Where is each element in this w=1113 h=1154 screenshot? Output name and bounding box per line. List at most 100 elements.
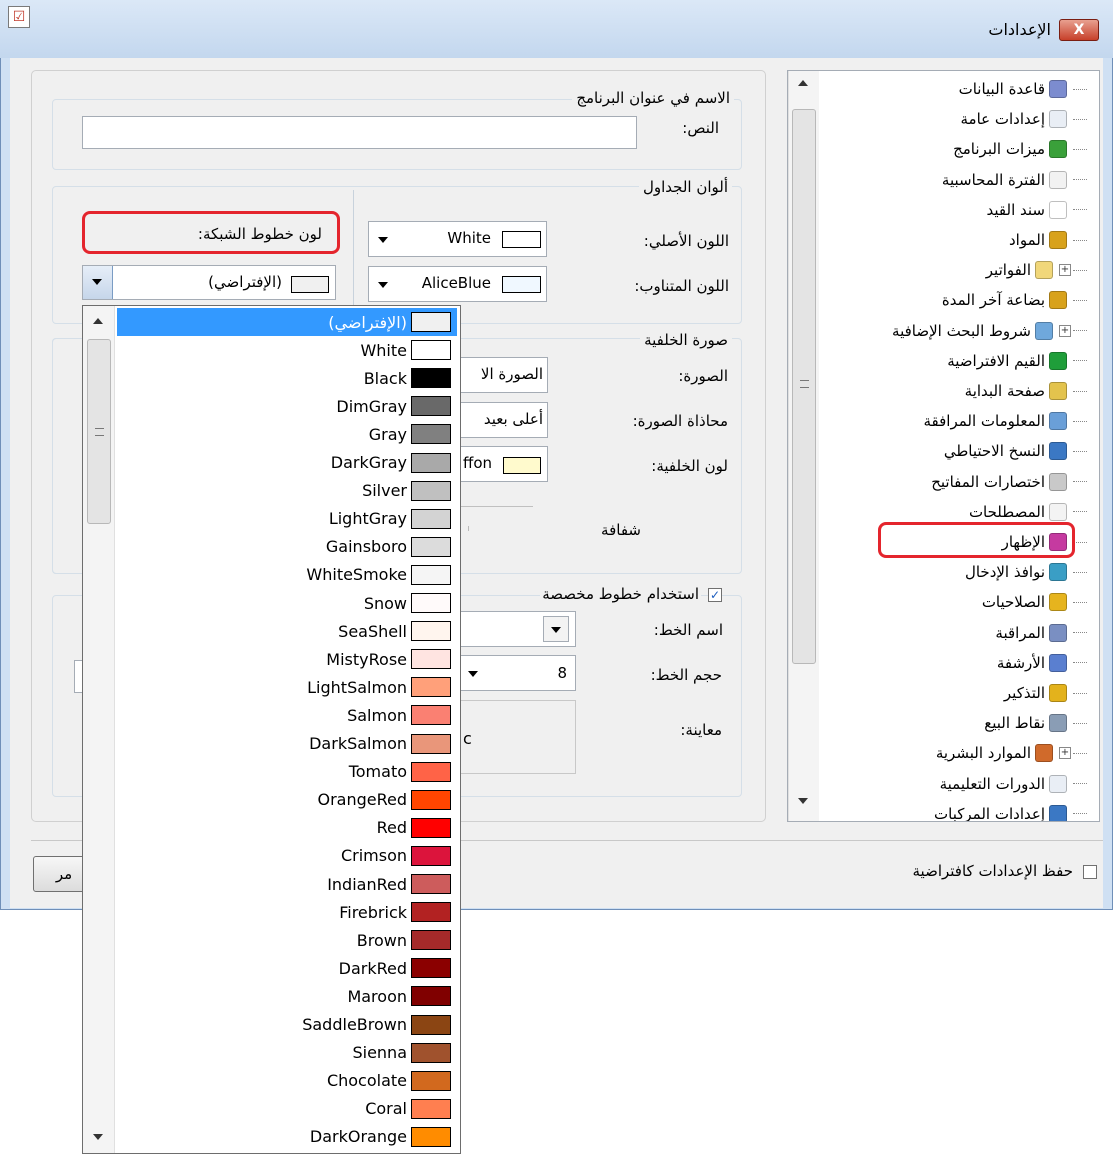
list-scrollbar[interactable] <box>83 306 115 1153</box>
color-option[interactable]: Coral <box>117 1095 457 1123</box>
color-option-label: DimGray <box>336 396 407 416</box>
color-option[interactable]: Crimson <box>117 842 457 870</box>
color-option[interactable]: Snow <box>117 589 457 617</box>
alternate-color-dropdown[interactable]: AliceBlue <box>368 266 547 302</box>
color-option[interactable]: SaddleBrown <box>117 1011 457 1039</box>
table-colors-divider <box>353 190 354 320</box>
color-option[interactable]: DarkOrange <box>117 1123 457 1151</box>
tree-item[interactable]: نوافذ الإدخال <box>965 558 1089 586</box>
tree-item[interactable]: التذكير <box>1004 679 1089 707</box>
tree-item[interactable]: صفحة البداية <box>965 377 1089 405</box>
lock-icon <box>1049 593 1067 612</box>
font-name-label: اسم الخط: <box>653 621 723 639</box>
color-option[interactable]: Tomato <box>117 758 457 786</box>
scroll-down-icon[interactable] <box>93 1134 103 1140</box>
color-option[interactable]: Maroon <box>117 982 457 1010</box>
tree-item[interactable]: + الموارد البشرية <box>936 739 1089 767</box>
color-option[interactable]: SeaShell <box>117 617 457 645</box>
original-color-dropdown[interactable]: White <box>368 221 547 257</box>
tree-item[interactable]: نقاط البيع <box>984 709 1089 737</box>
tree-item[interactable]: + شروط البحث الإضافية <box>892 317 1089 345</box>
color-option[interactable]: Black <box>117 364 457 392</box>
color-option[interactable]: DarkSalmon <box>117 730 457 758</box>
brush-icon <box>1049 382 1067 400</box>
color-option[interactable]: OrangeRed <box>117 786 457 814</box>
color-option[interactable]: Gainsboro <box>117 533 457 561</box>
tree-item-label: نقاط البيع <box>984 714 1045 733</box>
puzzle-icon <box>1049 140 1067 159</box>
tree-item[interactable]: قاعدة البيانات <box>959 75 1089 103</box>
color-option[interactable]: LightGray <box>117 505 457 533</box>
color-option[interactable]: (الإفتراضي) <box>117 308 457 336</box>
color-option[interactable]: Firebrick <box>117 898 457 926</box>
list-scroll-thumb[interactable] <box>87 339 111 524</box>
scroll-up-icon[interactable] <box>798 80 808 86</box>
color-option-label: Silver <box>362 481 407 501</box>
chevron-down-icon <box>92 279 102 285</box>
color-option[interactable]: Silver <box>117 477 457 505</box>
color-option-swatch <box>411 564 451 585</box>
color-option[interactable]: DarkRed <box>117 954 457 982</box>
font-size-field[interactable]: 8 <box>458 655 576 691</box>
chevron-down-icon <box>551 627 561 633</box>
tree-item-label: القيم الافتراضية <box>947 351 1045 370</box>
tree-item[interactable]: الأرشفة <box>997 649 1089 677</box>
color-option-label: Snow <box>363 593 407 613</box>
grid-color-list[interactable]: (الإفتراضي) White Black DimGray Gray DarkGray… <box>82 305 461 1154</box>
expand-icon[interactable]: + <box>1059 264 1071 277</box>
tree-item[interactable]: + الفواتير <box>986 256 1089 284</box>
background-color-dropdown[interactable]: ffon <box>458 446 548 482</box>
tree-item[interactable]: المواد <box>1009 226 1089 254</box>
grid-color-dropdown-button[interactable] <box>83 266 113 299</box>
grid-color-dropdown[interactable]: (الإفتراضي) <box>82 265 336 300</box>
custom-fonts-checkbox[interactable]: ✓ <box>708 588 722 602</box>
close-button[interactable]: X <box>1059 19 1099 41</box>
tree-item[interactable]: بضاعة آخر المدة <box>942 286 1089 314</box>
expand-icon[interactable]: + <box>1059 747 1071 760</box>
tree-item[interactable]: القيم الافتراضية <box>947 347 1089 375</box>
opacity-slider[interactable] <box>458 506 533 536</box>
scroll-up-icon[interactable] <box>93 318 103 324</box>
color-option[interactable]: WhiteSmoke <box>117 561 457 589</box>
tree-scroll-thumb[interactable] <box>792 109 816 664</box>
color-option[interactable]: White <box>117 336 457 364</box>
color-option-label: DarkOrange <box>309 1127 407 1147</box>
color-option[interactable]: Chocolate <box>117 1067 457 1095</box>
tree-item[interactable]: المعلومات المرافقة <box>923 407 1089 435</box>
color-option[interactable]: Brown <box>117 926 457 954</box>
scroll-down-icon[interactable] <box>798 798 808 804</box>
color-option[interactable]: Salmon <box>117 701 457 729</box>
tree-item[interactable]: الفترة المحاسبية <box>942 166 1089 194</box>
color-option[interactable]: MistyRose <box>117 645 457 673</box>
background-image-field[interactable]: الصورة الا <box>458 357 548 393</box>
image-align-field[interactable]: أعلى بعيد <box>458 402 548 438</box>
tree-item[interactable]: المراقبة <box>995 619 1089 647</box>
expand-icon[interactable]: + <box>1059 324 1071 337</box>
tree-scrollbar[interactable] <box>788 71 819 821</box>
tree-item[interactable]: النسخ الاحتياطي <box>944 437 1089 465</box>
color-option[interactable]: Sienna <box>117 1039 457 1067</box>
tree-connector <box>1073 299 1087 301</box>
save-default-checkbox[interactable] <box>1083 865 1097 879</box>
tree-item[interactable]: إعدادات المركبات <box>934 800 1089 821</box>
tree-item[interactable]: الدورات التعليمية <box>940 770 1089 798</box>
color-option[interactable]: LightSalmon <box>117 673 457 701</box>
color-option[interactable]: DimGray <box>117 392 457 420</box>
settings-tree[interactable]: قاعدة البيانات إعدادات عامة ميزات البرنامج… <box>787 70 1100 822</box>
font-name-dropdown[interactable] <box>458 611 576 647</box>
tree-item[interactable]: إعدادات عامة <box>961 105 1090 133</box>
tree-item[interactable]: الصلاحيات <box>982 588 1089 616</box>
tree-item[interactable]: سند القيد <box>987 196 1089 224</box>
font-name-dropdown-button[interactable] <box>543 616 569 642</box>
color-option[interactable]: DarkGray <box>117 449 457 477</box>
color-option[interactable]: IndianRed <box>117 870 457 898</box>
tree-item[interactable]: ميزات البرنامج <box>953 135 1089 163</box>
color-option-label: DarkRed <box>338 958 407 978</box>
display-item-highlight <box>878 522 1075 558</box>
tree-item[interactable]: اختصارات المفاتيح <box>931 468 1089 496</box>
color-option[interactable]: Gray <box>117 420 457 448</box>
app-name-text-field[interactable] <box>82 116 637 149</box>
box-icon <box>1049 291 1067 310</box>
color-option[interactable]: Red <box>117 814 457 842</box>
color-option-label: Brown <box>356 930 407 950</box>
